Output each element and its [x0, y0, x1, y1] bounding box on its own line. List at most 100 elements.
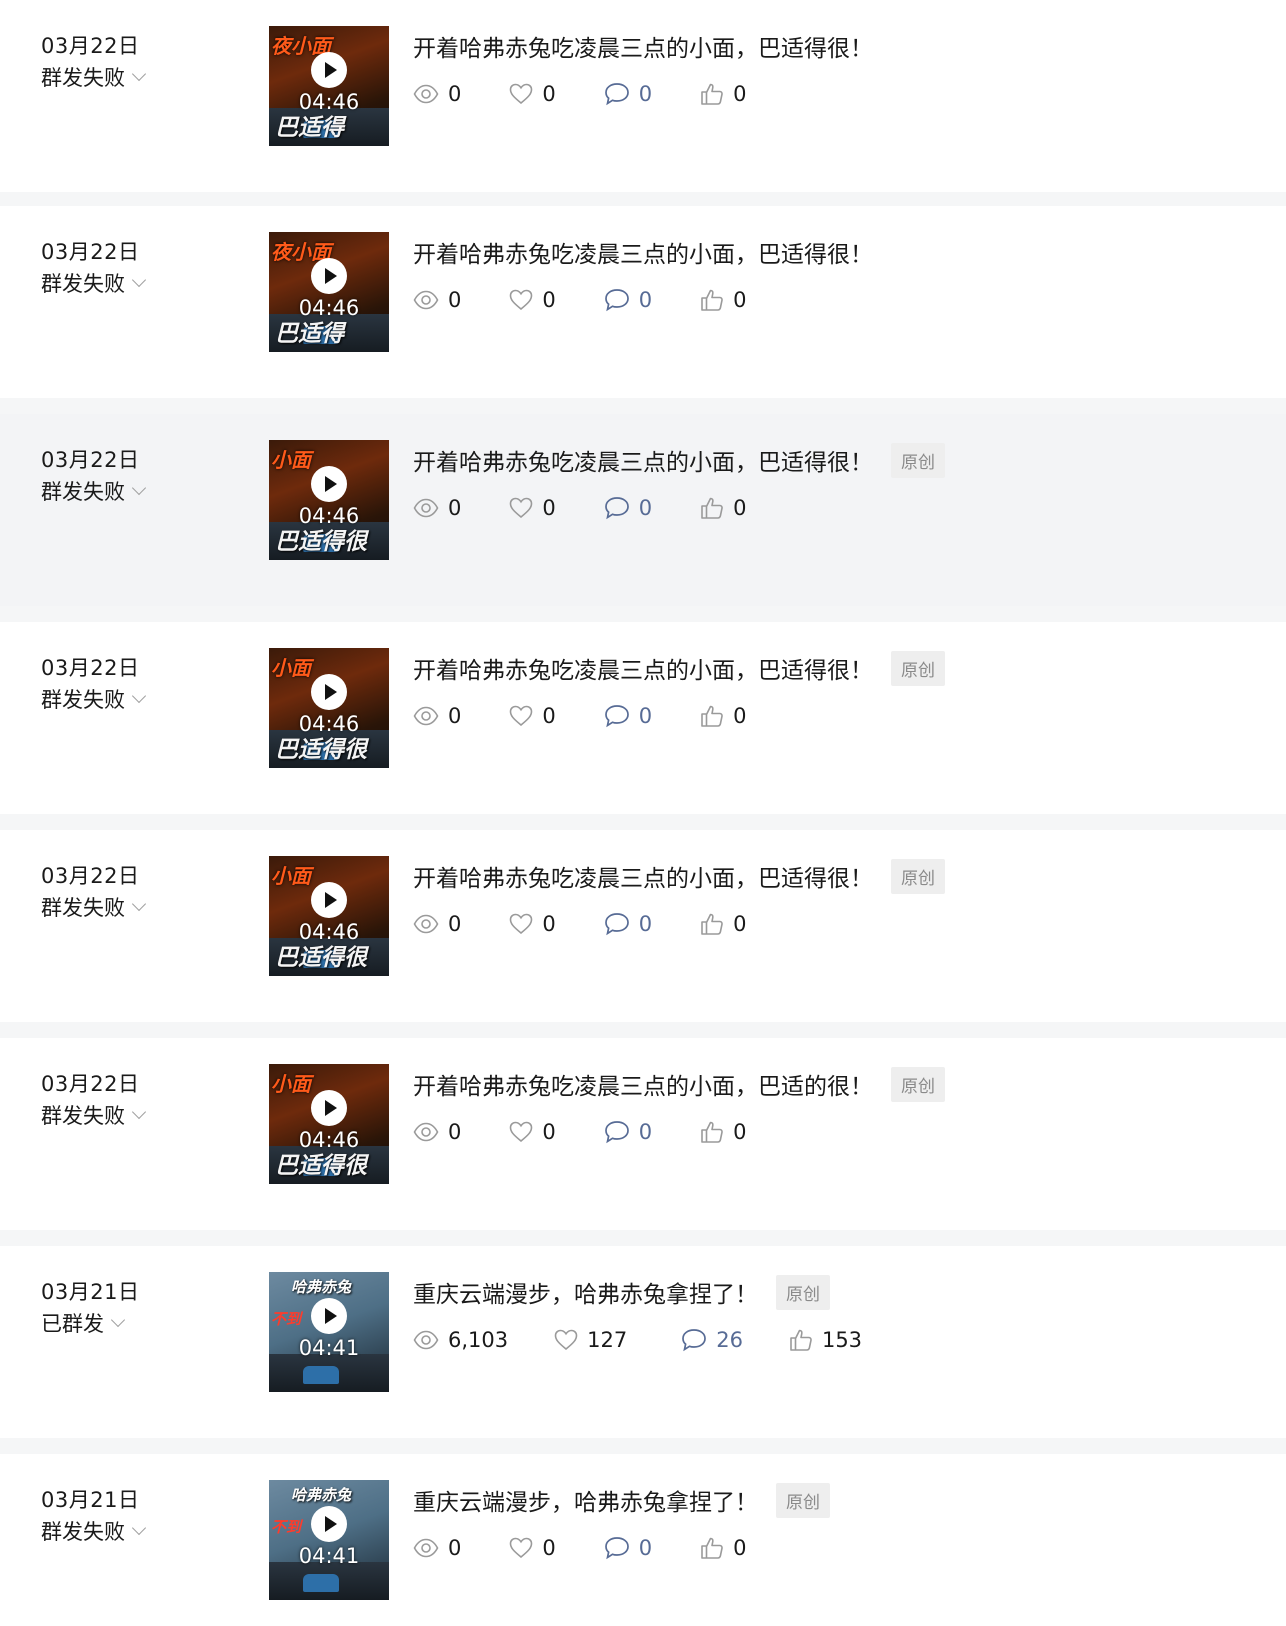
favorite-count[interactable]: 0	[509, 1120, 556, 1144]
eye-icon	[413, 1538, 448, 1558]
play-icon[interactable]	[311, 674, 347, 710]
publish-date: 03月22日	[41, 240, 140, 264]
play-icon[interactable]	[311, 1090, 347, 1126]
comment-count[interactable]: 0	[604, 496, 652, 520]
heart-icon	[554, 1329, 587, 1351]
list-item[interactable]: 03月22日 群发失败 小面 巴适得很 04:46 开着哈弗赤兔吃凌晨三点的小面…	[0, 622, 1286, 814]
article-title[interactable]: 重庆云端漫步，哈弗赤兔拿捏了！	[413, 1483, 758, 1517]
original-badge: 原创	[891, 650, 945, 686]
thumbs-up-icon	[789, 1328, 822, 1352]
status-dropdown[interactable]: 群发失败	[41, 1100, 147, 1130]
comment-count[interactable]: 0	[604, 912, 652, 936]
favorite-count[interactable]: 0	[509, 912, 556, 936]
list-item[interactable]: 03月22日 群发失败 夜小面 巴适得 04:46 开着哈弗赤兔吃凌晨三点的小面…	[0, 206, 1286, 398]
status-dropdown[interactable]: 已群发	[41, 1308, 126, 1338]
play-icon[interactable]	[311, 882, 347, 918]
list-item[interactable]: 03月21日 已群发 哈弗赤兔 不到 不到 04:41 重庆云端漫步，哈弗赤兔拿…	[0, 1246, 1286, 1438]
video-thumbnail[interactable]: 小面 巴适得很 04:46	[269, 440, 389, 560]
heart-icon	[509, 497, 542, 519]
thumbs-up-icon	[700, 1536, 733, 1560]
publish-date: 03月22日	[41, 656, 140, 680]
article-title[interactable]: 开着哈弗赤兔吃凌晨三点的小面，巴适得很！	[413, 29, 873, 63]
play-icon[interactable]	[311, 258, 347, 294]
status-dropdown[interactable]: 群发失败	[41, 1516, 147, 1546]
chevron-down-icon[interactable]	[131, 688, 147, 704]
article-list: 03月22日 群发失败 夜小面 巴适得 04:46 开着哈弗赤兔吃凌晨三点的小面…	[0, 0, 1286, 1626]
status-dropdown[interactable]: 群发失败	[41, 892, 147, 922]
favorite-count[interactable]: 0	[509, 288, 556, 312]
view-count: 6,103	[413, 1328, 508, 1352]
favorite-count[interactable]: 0	[509, 704, 556, 728]
video-thumbnail[interactable]: 小面 巴适得很 04:46	[269, 1064, 389, 1184]
article-title[interactable]: 开着哈弗赤兔吃凌晨三点的小面，巴适得很！	[413, 443, 873, 477]
article-title[interactable]: 开着哈弗赤兔吃凌晨三点的小面，巴适得很！	[413, 651, 873, 685]
play-icon[interactable]	[311, 466, 347, 502]
status-label: 群发失败	[41, 688, 125, 712]
comment-count[interactable]: 0	[604, 82, 652, 106]
like-count[interactable]: 0	[700, 496, 747, 520]
article-title[interactable]: 开着哈弗赤兔吃凌晨三点的小面，巴适的很！	[413, 1067, 873, 1101]
video-duration: 04:41	[298, 1336, 360, 1360]
stats-bar: 0 0 0 0	[413, 493, 747, 523]
favorite-count[interactable]: 0	[509, 82, 556, 106]
status-dropdown[interactable]: 群发失败	[41, 476, 147, 506]
list-item[interactable]: 03月22日 群发失败 小面 巴适得很 04:46 开着哈弗赤兔吃凌晨三点的小面…	[0, 1038, 1286, 1230]
chevron-down-icon[interactable]	[131, 480, 147, 496]
video-thumbnail[interactable]: 夜小面 巴适得 04:46	[269, 26, 389, 146]
comment-icon	[604, 912, 639, 936]
comment-count[interactable]: 0	[604, 1536, 652, 1560]
chevron-down-icon[interactable]	[131, 272, 147, 288]
video-thumbnail[interactable]: 哈弗赤兔 不到 不到 04:41	[269, 1272, 389, 1392]
like-count[interactable]: 0	[700, 912, 747, 936]
comment-count[interactable]: 0	[604, 1120, 652, 1144]
list-item[interactable]: 03月22日 群发失败 夜小面 巴适得 04:46 开着哈弗赤兔吃凌晨三点的小面…	[0, 0, 1286, 192]
heart-icon	[509, 83, 542, 105]
comment-count[interactable]: 26	[681, 1328, 743, 1352]
video-thumbnail[interactable]: 哈弗赤兔 不到 不到 04:41	[269, 1480, 389, 1600]
list-item[interactable]: 03月22日 群发失败 小面 巴适得很 04:46 开着哈弗赤兔吃凌晨三点的小面…	[0, 830, 1286, 1022]
list-item[interactable]: 03月22日 群发失败 小面 巴适得很 04:46 开着哈弗赤兔吃凌晨三点的小面…	[0, 414, 1286, 606]
chevron-down-icon[interactable]	[110, 1312, 126, 1328]
play-icon[interactable]	[311, 52, 347, 88]
comment-count[interactable]: 0	[604, 704, 652, 728]
like-count[interactable]: 0	[700, 288, 747, 312]
status-dropdown[interactable]: 群发失败	[41, 62, 147, 92]
like-count[interactable]: 0	[700, 704, 747, 728]
comment-count[interactable]: 0	[604, 288, 652, 312]
chevron-down-icon[interactable]	[131, 1520, 147, 1536]
chevron-down-icon[interactable]	[131, 66, 147, 82]
favorite-count[interactable]: 0	[509, 1536, 556, 1560]
publish-date: 03月22日	[41, 1072, 140, 1096]
chevron-down-icon[interactable]	[131, 1104, 147, 1120]
video-thumbnail[interactable]: 小面 巴适得很 04:46	[269, 856, 389, 976]
publish-date: 03月22日	[41, 34, 140, 58]
status-dropdown[interactable]: 群发失败	[41, 268, 147, 298]
comment-icon	[604, 82, 639, 106]
video-duration: 04:46	[298, 712, 360, 736]
favorite-count[interactable]: 127	[554, 1328, 627, 1352]
article-title[interactable]: 开着哈弗赤兔吃凌晨三点的小面，巴适得很！	[413, 859, 873, 893]
chevron-down-icon[interactable]	[131, 896, 147, 912]
article-title[interactable]: 重庆云端漫步，哈弗赤兔拿捏了！	[413, 1275, 758, 1309]
video-thumbnail[interactable]: 小面 巴适得很 04:46	[269, 648, 389, 768]
like-count[interactable]: 0	[700, 82, 747, 106]
eye-icon	[413, 84, 448, 104]
original-badge: 原创	[776, 1482, 830, 1518]
thumbnail-caption-top: 小面	[271, 864, 311, 888]
video-duration: 04:46	[298, 920, 360, 944]
like-count[interactable]: 0	[700, 1536, 747, 1560]
view-count: 0	[413, 912, 461, 936]
video-thumbnail[interactable]: 夜小面 巴适得 04:46	[269, 232, 389, 352]
article-title[interactable]: 开着哈弗赤兔吃凌晨三点的小面，巴适得很！	[413, 235, 873, 269]
thumbnail-car	[303, 1366, 339, 1384]
like-count[interactable]: 153	[789, 1328, 862, 1352]
list-item[interactable]: 03月21日 群发失败 哈弗赤兔 不到 不到 04:41 重庆云端漫步，哈弗赤兔…	[0, 1454, 1286, 1626]
play-icon[interactable]	[311, 1298, 347, 1334]
eye-icon	[413, 498, 448, 518]
favorite-count[interactable]: 0	[509, 496, 556, 520]
like-count[interactable]: 0	[700, 1120, 747, 1144]
eye-icon	[413, 1330, 448, 1350]
play-icon[interactable]	[311, 1506, 347, 1542]
status-dropdown[interactable]: 群发失败	[41, 684, 147, 714]
status-label: 群发失败	[41, 1520, 125, 1544]
